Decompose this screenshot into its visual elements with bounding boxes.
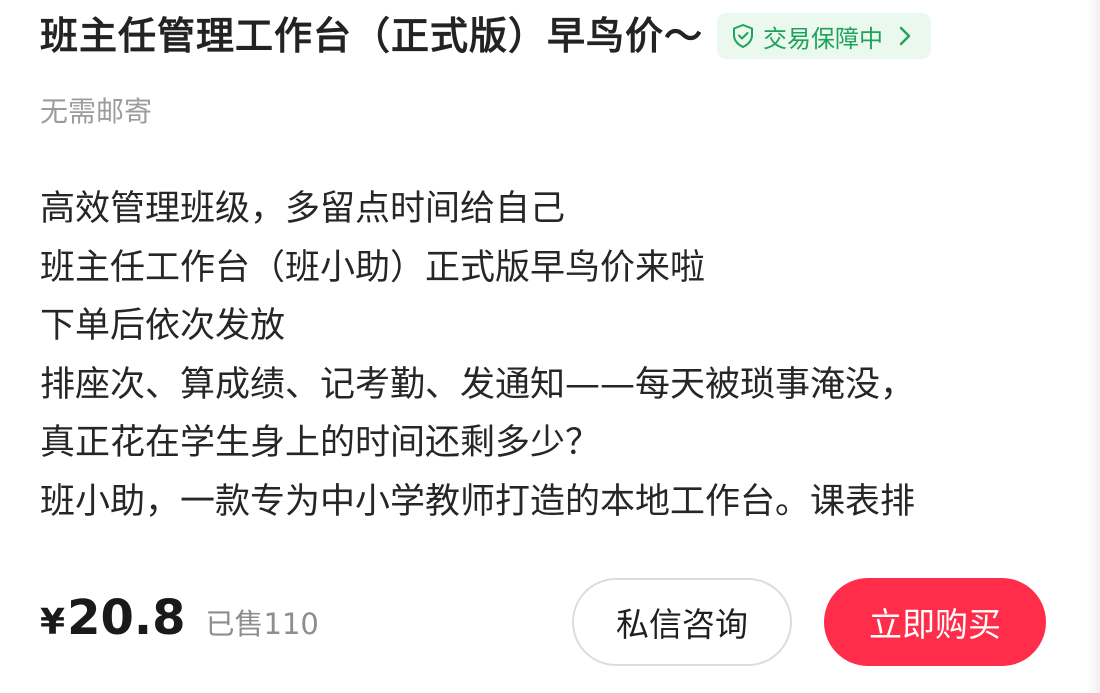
sold-count: 已售110 [205,607,319,641]
purchase-bar: ¥ 20.8 已售110 私信咨询 立即购买 [0,572,1100,672]
product-description: 高效管理班级，多留点时间给自己 班主任工作台（班小助）正式版早鸟价来啦 下单后依… [40,180,1060,531]
product-detail-page: 班主任管理工作台（正式版）早鸟价～ 交易保障中 无需邮寄 高效管理班级，多留点时… [0,0,1100,693]
description-line: 班小助，一款专为中小学教师打造的本地工作台。课表排 [40,481,916,522]
trade-guarantee-badge[interactable]: 交易保障中 [717,13,932,59]
price-block: ¥ 20.8 已售110 [40,590,319,646]
description-line: 高效管理班级，多留点时间给自己 [40,189,566,229]
shipping-info: 无需邮寄 [40,95,153,128]
guarantee-label: 交易保障中 [763,24,884,53]
description-line: 真正花在学生身上的时间还剩多少？ [40,423,601,463]
price-amount: 20.8 [67,590,186,646]
title-row: 班主任管理工作台（正式版）早鸟价～ 交易保障中 [40,10,932,62]
private-message-button[interactable]: 私信咨询 [572,578,792,666]
description-line: 下单后依次发放 [40,306,286,346]
shield-check-icon [733,24,754,48]
chevron-right-icon [899,26,911,46]
description-line: 排座次、算成绩、记考勤、发通知——每天被琐事淹没， [40,364,916,405]
buy-now-button[interactable]: 立即购买 [824,578,1046,666]
currency-symbol: ¥ [40,602,66,643]
description-line: 班主任工作台（班小助）正式版早鸟价来啦 [40,247,706,288]
scroll-edge [1086,0,1100,693]
product-title: 班主任管理工作台（正式版）早鸟价～ [40,14,704,58]
